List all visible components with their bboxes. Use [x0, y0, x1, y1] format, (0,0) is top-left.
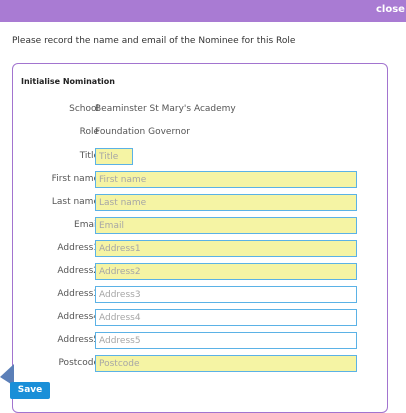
address4-field[interactable]	[95, 309, 357, 326]
role-row: Role Foundation Governor	[13, 124, 389, 141]
address1-row: Address1	[13, 240, 389, 257]
address4-label: Address4	[57, 312, 99, 322]
address5-row: Address5	[13, 332, 389, 349]
address5-field[interactable]	[95, 332, 357, 349]
postcode-row: Postcode	[13, 355, 389, 372]
address2-row: Address2	[13, 263, 389, 280]
postcode-label: Postcode	[58, 358, 99, 368]
first-name-row: First name	[13, 171, 389, 188]
last-name-field[interactable]	[95, 194, 357, 211]
school-value: Beaminster St Mary's Academy	[95, 104, 236, 114]
school-row: School Beaminster St Mary's Academy	[13, 101, 389, 118]
role-value: Foundation Governor	[95, 127, 190, 137]
last-name-label: Last name	[51, 197, 99, 207]
first-name-field[interactable]	[95, 171, 357, 188]
email-field[interactable]	[95, 217, 357, 234]
first-name-label: First name	[51, 174, 99, 184]
title-row: Title	[13, 148, 389, 165]
postcode-field[interactable]	[95, 355, 357, 372]
panel-legend: Initialise Nomination	[21, 77, 115, 86]
address3-row: Address3	[13, 286, 389, 303]
intro-text: Please record the name and email of the …	[12, 36, 296, 46]
address1-label: Address1	[57, 243, 99, 253]
nomination-panel: Initialise Nomination School Beaminster …	[12, 63, 388, 413]
address2-field[interactable]	[95, 263, 357, 280]
address4-row: Address4	[13, 309, 389, 326]
address5-label: Address5	[57, 335, 99, 345]
header-bar: close	[0, 0, 406, 22]
address2-label: Address2	[57, 266, 99, 276]
address3-label: Address3	[57, 289, 99, 299]
address3-field[interactable]	[95, 286, 357, 303]
address1-field[interactable]	[95, 240, 357, 257]
save-button[interactable]: Save	[10, 382, 50, 399]
email-row: Email	[13, 217, 389, 234]
close-link[interactable]: close	[376, 4, 406, 15]
last-name-row: Last name	[13, 194, 389, 211]
title-field[interactable]	[95, 148, 133, 165]
